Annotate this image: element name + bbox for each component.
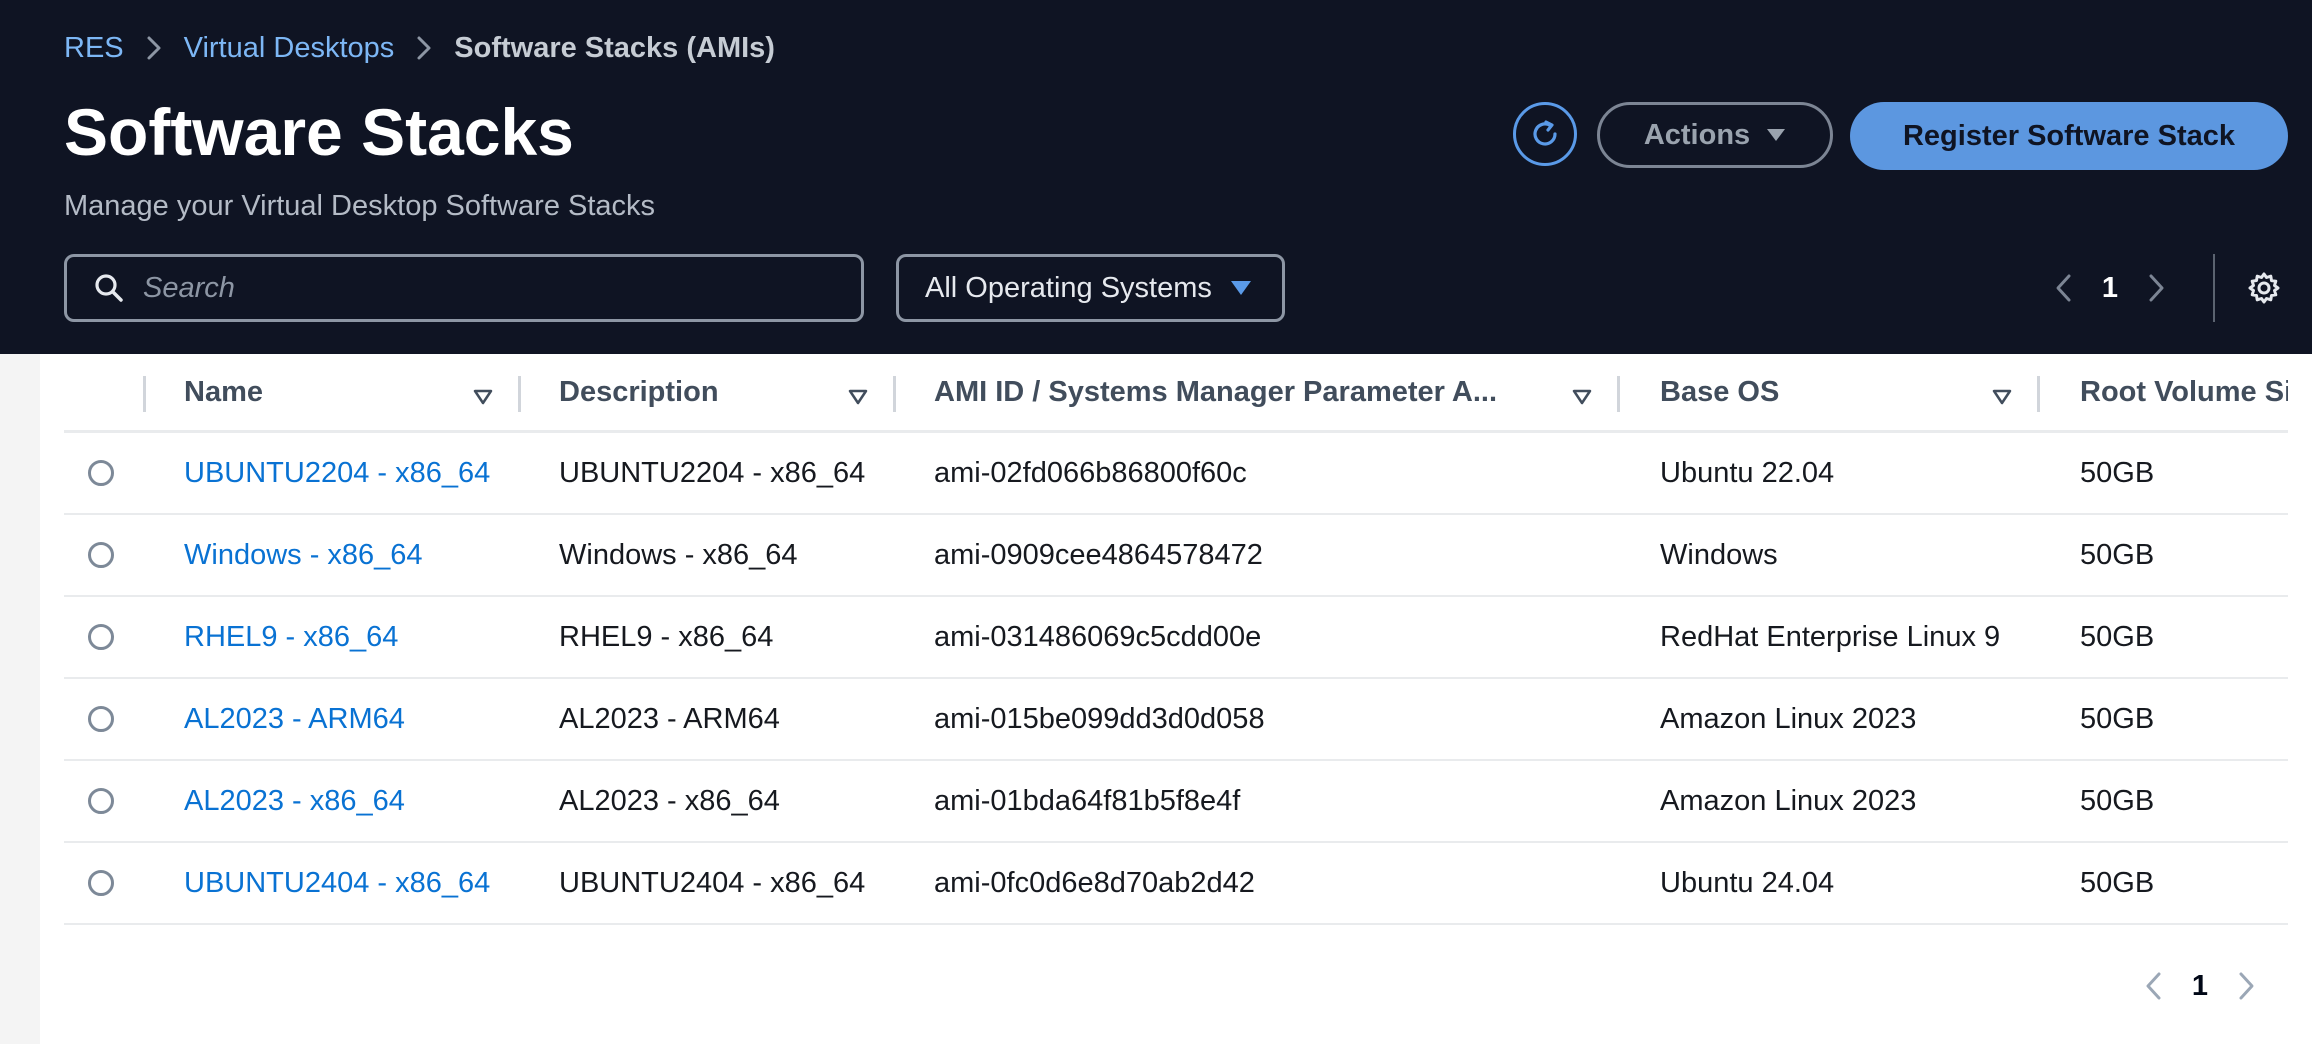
- cell-name: RHEL9 - x86_64: [146, 596, 521, 679]
- register-software-stack-button[interactable]: Register Software Stack: [1850, 102, 2288, 170]
- software-stacks-table: Name Description AMI ID / Systems Manage…: [64, 354, 2288, 928]
- table-settings-button[interactable]: [2240, 264, 2288, 312]
- refresh-icon: [1528, 117, 1562, 151]
- row-select-radio[interactable]: [88, 542, 114, 568]
- search-field[interactable]: [64, 254, 864, 322]
- cell-description: RHEL9 - x86_64: [521, 596, 896, 679]
- cell-ami-id: ami-01bda64f81b5f8e4f: [896, 760, 1620, 843]
- page-subtitle: Manage your Virtual Desktop Software Sta…: [64, 190, 656, 222]
- row-select-cell: [64, 596, 146, 679]
- refresh-button[interactable]: [1513, 102, 1577, 166]
- row-select-cell: [64, 678, 146, 761]
- left-gutter: [0, 354, 40, 1044]
- breadcrumb-item-current: Software Stacks (AMIs): [454, 31, 775, 64]
- search-icon: [93, 272, 125, 304]
- cell-ami-id: ami-02fd066b86800f60c: [896, 431, 1620, 515]
- stack-name-link[interactable]: RHEL9 - x86_64: [184, 621, 398, 653]
- row-select-radio[interactable]: [88, 788, 114, 814]
- sort-caret-icon[interactable]: [848, 380, 868, 413]
- row-select-cell: [64, 514, 146, 597]
- page-title: Software Stacks: [64, 95, 574, 169]
- row-select-cell: [64, 431, 146, 515]
- breadcrumb-item-virtual-desktops[interactable]: Virtual Desktops: [184, 32, 395, 65]
- cell-name: Windows - x86_64: [146, 514, 521, 597]
- table-row[interactable]: UBUNTU2204 - x86_64 UBUNTU2204 - x86_64 am…: [64, 431, 2288, 515]
- cell-ami-id: ami-0909cee4864578472: [896, 514, 1620, 597]
- select-column-header: [64, 354, 146, 433]
- cell-description: UBUNTU2204 - x86_64: [521, 431, 896, 515]
- column-header-description[interactable]: Description: [521, 354, 896, 433]
- search-input[interactable]: [141, 270, 825, 306]
- cell-description: AL2023 - x86_64: [521, 760, 896, 843]
- chevron-left-icon[interactable]: [2130, 962, 2178, 1010]
- chevron-right-icon: [416, 35, 432, 61]
- cell-base-os: Amazon Linux 2023: [1620, 760, 2040, 843]
- sort-caret-icon[interactable]: [473, 380, 493, 413]
- page-number[interactable]: 1: [2178, 970, 2222, 1003]
- pagination-top: 1: [2040, 264, 2180, 312]
- divider: [2213, 254, 2215, 322]
- cell-base-os: Ubuntu 24.04: [1620, 842, 2040, 925]
- table-header-row: Name Description AMI ID / Systems Manage…: [64, 354, 2288, 433]
- column-header-name[interactable]: Name: [146, 354, 521, 433]
- breadcrumb-item-res[interactable]: RES: [64, 32, 124, 65]
- cell-name: AL2023 - x86_64: [146, 760, 521, 843]
- cell-base-os: Windows: [1620, 514, 2040, 597]
- column-header-base-os[interactable]: Base OS: [1620, 354, 2040, 433]
- cell-base-os: RedHat Enterprise Linux 9: [1620, 596, 2040, 679]
- table-row[interactable]: RHEL9 - x86_64 RHEL9 - x86_64 ami-03148606…: [64, 596, 2288, 679]
- chevron-right-icon: [146, 35, 162, 61]
- gear-icon: [2247, 271, 2281, 305]
- cell-name: UBUNTU2404 - x86_64: [146, 842, 521, 925]
- cell-description: Windows - x86_64: [521, 514, 896, 597]
- os-filter-select[interactable]: All Operating Systems: [896, 254, 1285, 322]
- cell-ami-id: ami-031486069c5cdd00e: [896, 596, 1620, 679]
- stack-name-link[interactable]: UBUNTU2204 - x86_64: [184, 457, 490, 489]
- page-number[interactable]: 1: [2088, 272, 2132, 305]
- stack-name-link[interactable]: UBUNTU2404 - x86_64: [184, 867, 490, 899]
- column-header-ami-id[interactable]: AMI ID / Systems Manager Parameter A...: [896, 354, 1620, 433]
- page-header: RES Virtual Desktops Software Stacks (AM…: [0, 0, 2312, 354]
- row-select-radio[interactable]: [88, 706, 114, 732]
- breadcrumb: RES Virtual Desktops Software Stacks (AM…: [64, 28, 775, 68]
- chevron-right-icon[interactable]: [2222, 962, 2270, 1010]
- chevron-right-icon[interactable]: [2132, 264, 2180, 312]
- stack-name-link[interactable]: Windows - x86_64: [184, 539, 423, 571]
- table-row[interactable]: UBUNTU2404 - x86_64 UBUNTU2404 - x86_64 am…: [64, 842, 2288, 925]
- caret-down-icon: [1230, 280, 1252, 296]
- cell-name: UBUNTU2204 - x86_64: [146, 431, 521, 515]
- caret-down-icon: [1766, 128, 1786, 142]
- pagination-bottom: 1: [2130, 962, 2270, 1010]
- cell-root-volume: 50GB: [2040, 842, 2288, 925]
- cell-ami-id: ami-015be099dd3d0d058: [896, 678, 1620, 761]
- cell-root-volume: 50GB: [2040, 514, 2288, 597]
- cell-base-os: Ubuntu 22.04: [1620, 431, 2040, 515]
- table-row[interactable]: AL2023 - x86_64 AL2023 - x86_64 ami-01bda6…: [64, 760, 2288, 843]
- row-select-radio[interactable]: [88, 870, 114, 896]
- cell-root-volume: 50GB: [2040, 678, 2288, 761]
- row-select-cell: [64, 760, 146, 843]
- cell-ami-id: ami-0fc0d6e8d70ab2d42: [896, 842, 1620, 925]
- table-row[interactable]: AL2023 - ARM64 AL2023 - ARM64 ami-015be099…: [64, 678, 2288, 761]
- stack-name-link[interactable]: AL2023 - ARM64: [184, 703, 405, 735]
- cell-root-volume: 50GB: [2040, 596, 2288, 679]
- cell-root-volume: 50GB: [2040, 431, 2288, 515]
- row-select-cell: [64, 842, 146, 925]
- cell-name: AL2023 - ARM64: [146, 678, 521, 761]
- chevron-left-icon[interactable]: [2040, 264, 2088, 312]
- cell-description: UBUNTU2404 - x86_64: [521, 842, 896, 925]
- cell-root-volume: 50GB: [2040, 760, 2288, 843]
- sort-caret-icon[interactable]: [1992, 380, 2012, 413]
- actions-label: Actions: [1643, 118, 1751, 151]
- cell-description: AL2023 - ARM64: [521, 678, 896, 761]
- column-header-root-volume-size[interactable]: Root Volume Size: [2040, 354, 2288, 433]
- sort-caret-icon[interactable]: [1572, 380, 1592, 413]
- row-select-radio[interactable]: [88, 460, 114, 486]
- os-filter-value: All Operating Systems: [925, 271, 1212, 304]
- stack-name-link[interactable]: AL2023 - x86_64: [184, 785, 405, 817]
- cell-base-os: Amazon Linux 2023: [1620, 678, 2040, 761]
- row-select-radio[interactable]: [88, 624, 114, 650]
- table-row[interactable]: Windows - x86_64 Windows - x86_64 ami-0909…: [64, 514, 2288, 597]
- actions-button[interactable]: Actions: [1597, 102, 1833, 168]
